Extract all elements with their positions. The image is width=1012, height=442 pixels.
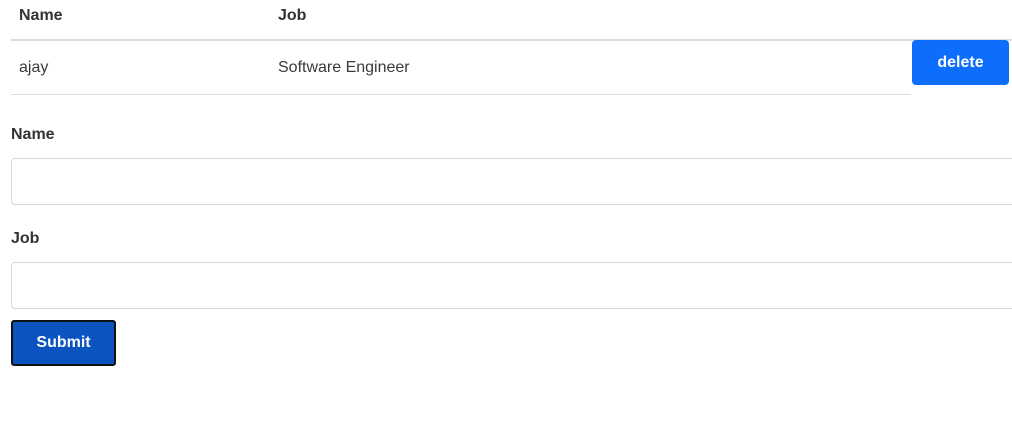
cell-name: ajay <box>19 59 49 76</box>
delete-button[interactable]: delete <box>912 40 1009 85</box>
table-header: Name Job <box>11 0 1012 41</box>
table-row: ajay Software Engineer <box>11 41 911 95</box>
page: Name Job ajay Software Engineer delete N… <box>0 0 1012 442</box>
name-input[interactable] <box>11 158 1012 205</box>
submit-button[interactable]: Submit <box>11 320 116 366</box>
job-label: Job <box>11 230 40 247</box>
name-label: Name <box>11 126 55 143</box>
characters-table: Name Job ajay Software Engineer <box>11 0 1012 95</box>
cell-job: Software Engineer <box>278 59 410 76</box>
header-name: Name <box>19 7 63 24</box>
job-input[interactable] <box>11 262 1012 309</box>
header-job: Job <box>278 7 307 24</box>
